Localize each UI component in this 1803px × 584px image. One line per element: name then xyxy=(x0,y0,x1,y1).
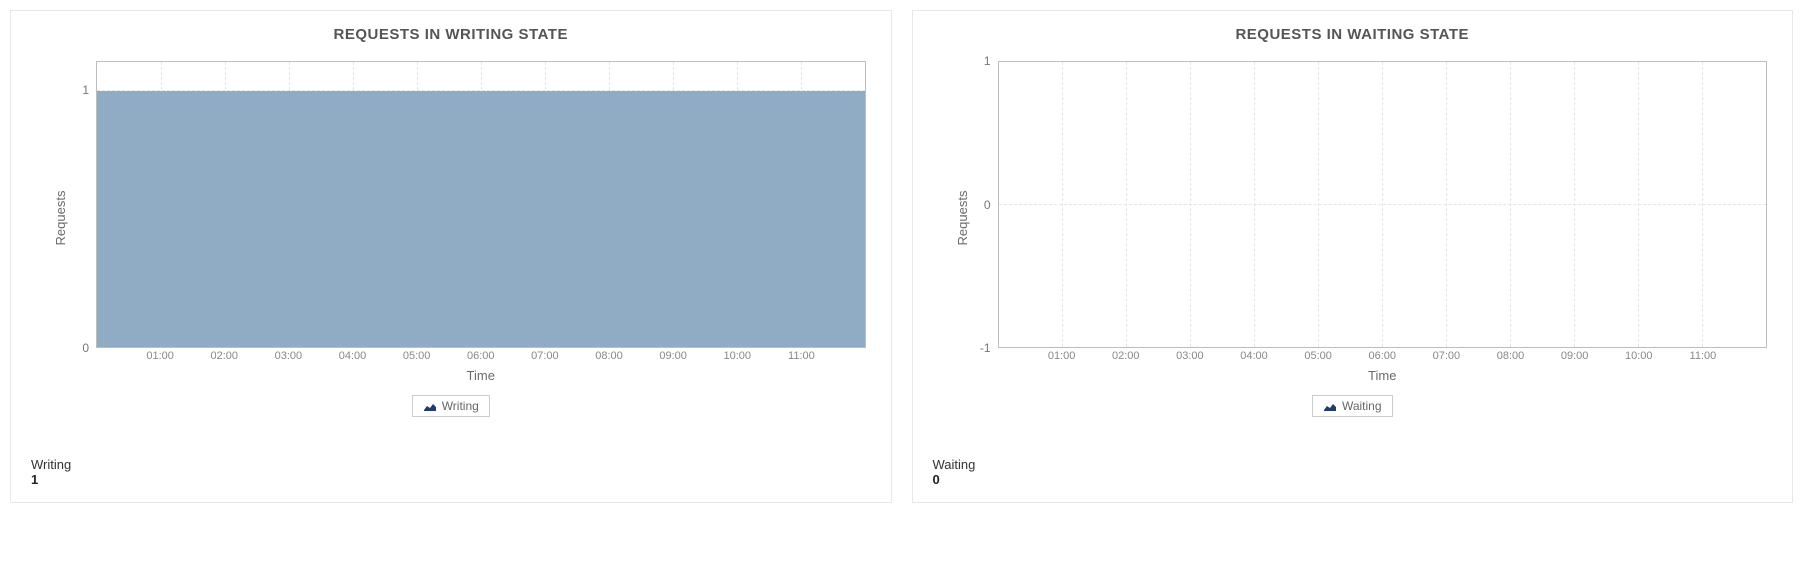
x-tick: 05:00 xyxy=(1304,350,1332,362)
x-tick: 10:00 xyxy=(1625,350,1653,362)
grid-line xyxy=(1510,62,1511,347)
y-ticks: -1 0 1 xyxy=(973,61,995,348)
x-tick: 02:00 xyxy=(211,350,239,362)
grid-line xyxy=(1574,62,1575,347)
x-tick: 11:00 xyxy=(1690,350,1717,362)
grid-line xyxy=(1382,62,1383,347)
x-ticks: 01:00 02:00 03:00 04:00 05:00 06:00 07:0… xyxy=(96,350,866,365)
x-tick: 01:00 xyxy=(146,350,174,362)
x-ticks: 01:00 02:00 03:00 04:00 05:00 06:00 07:0… xyxy=(998,350,1768,365)
x-tick: 05:00 xyxy=(403,350,431,362)
x-tick: 01:00 xyxy=(1048,350,1076,362)
x-tick: 03:00 xyxy=(275,350,303,362)
grid-line xyxy=(1126,62,1127,347)
summary-label: Waiting xyxy=(933,457,1773,472)
legend: Writing xyxy=(31,395,871,417)
y-ticks: 0 1 xyxy=(71,61,93,348)
x-tick: 03:00 xyxy=(1176,350,1204,362)
chart-title: REQUESTS IN WAITING STATE xyxy=(933,26,1773,43)
x-tick: 04:00 xyxy=(339,350,367,362)
panel-writing: REQUESTS IN WRITING STATE Requests 0 1 0… xyxy=(10,10,892,503)
x-tick: 04:00 xyxy=(1240,350,1268,362)
x-tick: 06:00 xyxy=(1368,350,1396,362)
y-tick: 1 xyxy=(984,54,991,68)
chart-area: Requests -1 0 1 01:00 02:00 03:00 04:00 … xyxy=(973,53,1773,383)
grid-line xyxy=(1638,62,1639,347)
x-tick: 07:00 xyxy=(1433,350,1461,362)
legend-item[interactable]: Writing xyxy=(412,395,490,417)
summary-label: Writing xyxy=(31,457,871,472)
chart-title: REQUESTS IN WRITING STATE xyxy=(31,26,871,43)
x-tick: 09:00 xyxy=(1561,350,1589,362)
area-icon xyxy=(1323,402,1337,412)
x-axis-label: Time xyxy=(96,368,866,383)
grid-line xyxy=(1446,62,1447,347)
y-tick: 1 xyxy=(82,83,89,97)
y-axis-label: Requests xyxy=(954,191,969,246)
y-tick: 0 xyxy=(82,341,89,355)
summary: Waiting 0 xyxy=(933,457,1773,487)
legend-label: Waiting xyxy=(1342,399,1382,413)
y-tick: -1 xyxy=(980,341,991,355)
panel-waiting: REQUESTS IN WAITING STATE Requests -1 0 … xyxy=(912,10,1794,503)
y-tick: 0 xyxy=(984,198,991,212)
summary-value: 0 xyxy=(933,472,1773,487)
x-tick: 08:00 xyxy=(1497,350,1525,362)
grid-line xyxy=(1318,62,1319,347)
x-tick: 08:00 xyxy=(595,350,623,362)
plot-area xyxy=(998,61,1768,348)
grid-line xyxy=(1062,62,1063,347)
area-fill-writing xyxy=(97,91,865,348)
x-tick: 09:00 xyxy=(659,350,687,362)
x-tick: 06:00 xyxy=(467,350,495,362)
summary-value: 1 xyxy=(31,472,871,487)
legend-item[interactable]: Waiting xyxy=(1312,395,1393,417)
legend-label: Writing xyxy=(442,399,479,413)
summary: Writing 1 xyxy=(31,457,871,487)
grid-line xyxy=(1702,62,1703,347)
legend: Waiting xyxy=(933,395,1773,417)
y-axis-label: Requests xyxy=(53,191,68,246)
x-tick: 11:00 xyxy=(788,350,815,362)
x-tick: 02:00 xyxy=(1112,350,1140,362)
x-tick: 07:00 xyxy=(531,350,559,362)
plot-area xyxy=(96,61,866,348)
area-icon xyxy=(423,402,437,412)
x-axis-label: Time xyxy=(998,368,1768,383)
x-tick: 10:00 xyxy=(723,350,751,362)
chart-area: Requests 0 1 01:00 02:00 03:00 04:00 05:… xyxy=(71,53,871,383)
grid-line xyxy=(1190,62,1191,347)
grid-line xyxy=(1254,62,1255,347)
